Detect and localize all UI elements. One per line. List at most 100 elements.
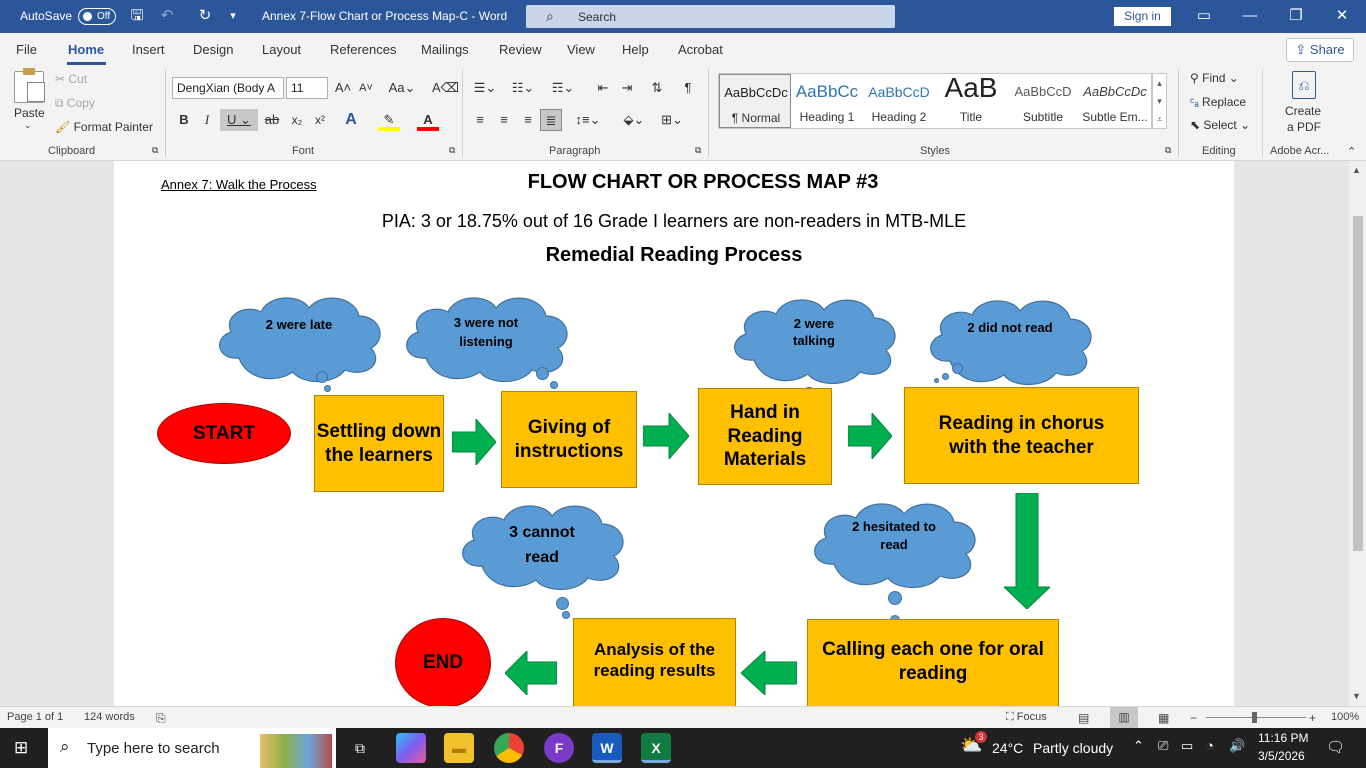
justify-icon[interactable]: ≣ <box>540 109 562 131</box>
sign-in-button[interactable]: Sign in <box>1114 7 1171 26</box>
font-launcher-icon[interactable]: ⧉ <box>449 145 455 156</box>
format-painter-button[interactable]: 🖌 Format Painter <box>55 120 153 134</box>
chrome-icon[interactable] <box>494 733 524 763</box>
strikethrough-icon[interactable]: ab <box>261 109 283 131</box>
share-button[interactable]: ⇪ Share <box>1286 38 1354 62</box>
redo-icon[interactable]: ↻ <box>194 6 216 26</box>
read-mode-icon[interactable]: ▤ <box>1078 711 1089 725</box>
notifications-icon[interactable]: 🗨 <box>1326 738 1345 756</box>
tab-design[interactable]: Design <box>193 42 233 57</box>
save-icon[interactable]: 🖫 <box>126 6 148 26</box>
shrink-font-icon[interactable]: A˅ <box>355 77 377 99</box>
tab-references[interactable]: References <box>330 42 396 57</box>
zoom-out-icon[interactable]: − <box>1190 711 1197 725</box>
align-right-icon[interactable]: ≡ <box>517 109 539 131</box>
document-page[interactable]: Annex 7: Walk the Process FLOW CHART OR … <box>114 161 1234 706</box>
tab-acrobat[interactable]: Acrobat <box>678 42 723 57</box>
autosave-toggle[interactable]: Off <box>78 8 116 25</box>
search-box[interactable]: ⌕ Search <box>526 5 895 28</box>
subscript-icon[interactable]: x₂ <box>286 109 308 131</box>
change-case-icon[interactable]: Aa⌄ <box>387 77 417 99</box>
zoom-in-icon[interactable]: + <box>1309 711 1316 725</box>
sort-icon[interactable]: ⇅ <box>646 77 668 99</box>
superscript-icon[interactable]: x² <box>309 109 331 131</box>
tab-insert[interactable]: Insert <box>132 42 165 57</box>
create-pdf-icon[interactable]: ⎌ <box>1292 71 1316 99</box>
multilevel-list-icon[interactable]: ☶⌄ <box>548 77 578 99</box>
font-name-box[interactable]: DengXian (Body A <box>172 77 284 99</box>
close-icon[interactable]: ✕ <box>1330 6 1354 26</box>
zoom-slider-thumb[interactable] <box>1252 712 1257 723</box>
undo-icon[interactable]: ↶ <box>156 6 178 26</box>
battery-icon[interactable]: ▭ <box>1181 738 1193 754</box>
font-size-box[interactable]: 11 <box>286 77 328 99</box>
clock-time[interactable]: 11:16 PM <box>1258 731 1308 745</box>
clipboard-launcher-icon[interactable]: ⧉ <box>152 145 158 156</box>
tab-file[interactable]: File <box>16 42 37 57</box>
style-heading-1[interactable]: AaBbCc Heading 1 <box>791 74 863 128</box>
shading-icon[interactable]: ⬙⌄ <box>618 109 650 131</box>
show-hidden-icons-icon[interactable]: ⌃ <box>1133 738 1144 754</box>
word-count[interactable]: 124 words <box>84 711 135 723</box>
collapse-ribbon-icon[interactable]: ⌃ <box>1347 145 1356 158</box>
tab-home[interactable]: Home <box>68 42 104 57</box>
tab-layout[interactable]: Layout <box>262 42 301 57</box>
paste-button[interactable]: Paste <box>14 106 45 120</box>
select-button[interactable]: ⬉ Select ⌄ <box>1190 118 1250 132</box>
scroll-up-icon[interactable]: ▲ <box>1352 165 1361 175</box>
weather-temp[interactable]: 24°C <box>992 740 1023 756</box>
copy-button[interactable]: ⧉ Copy <box>55 96 95 111</box>
cut-button[interactable]: ✂ Cut <box>55 72 87 86</box>
ribbon-display-icon[interactable]: ▭ <box>1192 6 1216 26</box>
volume-icon[interactable]: 🔊 <box>1229 738 1245 754</box>
italic-icon[interactable]: I <box>196 109 218 131</box>
borders-icon[interactable]: ⊞⌄ <box>656 109 688 131</box>
decrease-indent-icon[interactable]: ⇤ <box>592 77 614 99</box>
windows-start-icon[interactable]: ⊞ <box>14 738 28 758</box>
paste-icon[interactable] <box>14 68 45 103</box>
tab-review[interactable]: Review <box>499 42 542 57</box>
font-color-icon[interactable]: A <box>417 109 439 131</box>
web-layout-icon[interactable]: ▦ <box>1158 711 1169 725</box>
minimize-icon[interactable]: — <box>1238 6 1262 26</box>
zoom-level[interactable]: 100% <box>1331 711 1359 723</box>
find-button[interactable]: ⚲ Find ⌄ <box>1190 71 1239 85</box>
task-view-icon[interactable]: ⧉ <box>345 733 375 763</box>
style-title[interactable]: AaB Title <box>935 72 1007 128</box>
style-normal[interactable]: AaBbCcDc ¶ Normal <box>719 74 791 128</box>
paragraph-launcher-icon[interactable]: ⧉ <box>695 145 701 156</box>
paste-dropdown-icon[interactable]: ⌄ <box>24 120 32 131</box>
vertical-scrollbar[interactable]: ▲ ▼ <box>1349 161 1366 706</box>
tab-help[interactable]: Help <box>622 42 649 57</box>
show-formatting-icon[interactable]: ¶ <box>677 77 699 99</box>
file-explorer-icon[interactable]: ▬ <box>444 733 474 763</box>
restore-icon[interactable]: ❐ <box>1284 6 1308 26</box>
weather-desc[interactable]: Partly cloudy <box>1033 740 1113 756</box>
clear-formatting-icon[interactable]: A⌫ <box>432 77 459 99</box>
tab-mailings[interactable]: Mailings <box>421 42 469 57</box>
replace-button[interactable]: ᶜₐ Replace <box>1190 95 1246 109</box>
excel-taskbar-icon[interactable]: X <box>641 733 671 763</box>
style-subtle-emphasis[interactable]: AaBbCcDc Subtle Em... <box>1079 74 1151 128</box>
customize-toolbar-icon[interactable]: ▾ <box>222 6 244 26</box>
scroll-down-icon[interactable]: ▼ <box>1352 691 1361 701</box>
wifi-icon[interactable]: ◔ <box>1206 738 1214 753</box>
bold-icon[interactable]: B <box>173 109 195 131</box>
bullets-icon[interactable]: ☰⌄ <box>470 77 500 99</box>
highlight-icon[interactable]: ✎ <box>378 109 400 131</box>
line-spacing-icon[interactable]: ↕≡⌄ <box>572 109 604 131</box>
create-pdf-label-1[interactable]: Create <box>1285 104 1321 118</box>
focus-button[interactable]: ⛶ Focus <box>1006 711 1047 724</box>
create-pdf-label-2[interactable]: a PDF <box>1287 120 1321 134</box>
copilot-icon[interactable] <box>396 733 426 763</box>
taskbar-search[interactable]: ⌕ Type here to search <box>48 728 336 768</box>
numbering-icon[interactable]: ☷⌄ <box>508 77 538 99</box>
align-center-icon[interactable]: ≡ <box>493 109 515 131</box>
word-taskbar-icon[interactable]: W <box>592 733 622 763</box>
styles-scroll-icon[interactable]: ▴ ▾ ⩡ <box>1152 73 1167 129</box>
text-effects-icon[interactable]: A <box>340 109 362 131</box>
form-app-icon[interactable]: F <box>544 733 574 763</box>
grow-font-icon[interactable]: A˄ <box>332 77 354 99</box>
style-heading-2[interactable]: AaBbCcD Heading 2 <box>863 74 935 128</box>
proofing-icon[interactable]: ⎘ <box>156 711 166 726</box>
